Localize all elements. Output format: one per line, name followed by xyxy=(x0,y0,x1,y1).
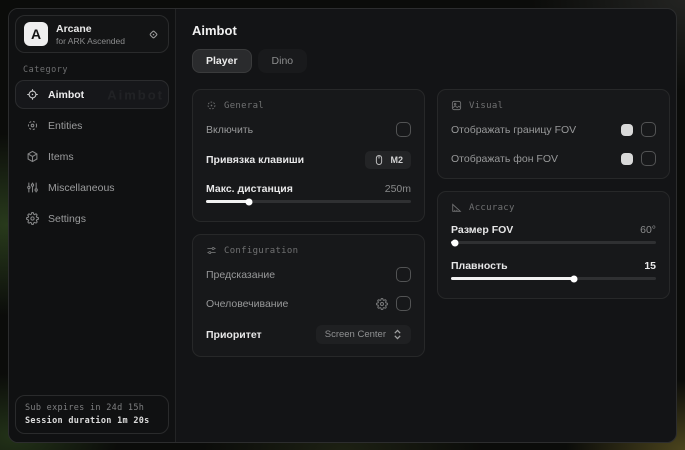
card-header-label: General xyxy=(224,101,264,111)
tab-bar: Player Dino xyxy=(192,49,670,73)
mouse-icon xyxy=(373,154,385,166)
logo-card: A Arcane for ARK Ascended xyxy=(15,15,169,53)
priority-label: Приоритет xyxy=(206,329,262,341)
card-header-label: Visual xyxy=(469,101,503,111)
keybind-button[interactable]: M2 xyxy=(365,151,411,169)
package-icon xyxy=(26,150,39,163)
app-title: Arcane xyxy=(56,23,125,35)
app-window: A Arcane for ARK Ascended Category xyxy=(8,8,677,443)
fov-bg-label: Отображать фон FOV xyxy=(451,153,558,165)
enable-label: Включить xyxy=(206,124,253,136)
enable-checkbox[interactable] xyxy=(396,122,411,137)
sidebar-item-label: Settings xyxy=(48,213,86,225)
session-info-card: Sub expires in 24d 15h Session duration … xyxy=(15,395,169,434)
slider-thumb[interactable] xyxy=(571,275,578,282)
radar-icon xyxy=(26,119,39,132)
tune-icon xyxy=(206,245,217,256)
smoothness-slider[interactable] xyxy=(451,277,656,280)
target-dot-icon xyxy=(206,100,217,111)
max-distance-value: 250m xyxy=(385,183,411,195)
priority-select[interactable]: Screen Center xyxy=(316,325,411,344)
prediction-checkbox[interactable] xyxy=(396,267,411,282)
smoothness-value: 15 xyxy=(644,260,656,272)
aimbot-ghost-watermark: Aimbot xyxy=(107,87,164,102)
accuracy-card: Accuracy Размер FOV 60° Плавность 15 xyxy=(437,191,670,299)
fov-bg-checkbox[interactable] xyxy=(641,151,656,166)
sidebar-item-label: Items xyxy=(48,151,74,163)
fov-size-label: Размер FOV xyxy=(451,224,513,236)
sidebar-item-label: Aimbot xyxy=(48,89,84,101)
sliders-icon xyxy=(26,181,39,194)
slider-thumb[interactable] xyxy=(246,198,253,205)
configuration-card: Configuration Предсказание Очеловечивани… xyxy=(192,234,425,357)
humanize-checkbox[interactable] xyxy=(396,296,411,311)
card-header-label: Accuracy xyxy=(469,203,515,213)
sidebar-item-items[interactable]: Items xyxy=(15,142,169,171)
smoothness-label: Плавность xyxy=(451,260,508,272)
tab-dino[interactable]: Dino xyxy=(258,49,308,73)
fov-size-value: 60° xyxy=(640,224,656,236)
sidebar-item-label: Miscellaneous xyxy=(48,182,115,194)
sidebar: A Arcane for ARK Ascended Category xyxy=(9,9,176,442)
card-header-label: Configuration xyxy=(224,246,298,256)
humanize-settings-gear-icon[interactable] xyxy=(376,298,388,310)
sidebar-item-miscellaneous[interactable]: Miscellaneous xyxy=(15,173,169,202)
session-duration-text: Session duration 1m 20s xyxy=(25,416,159,426)
fov-border-checkbox[interactable] xyxy=(641,122,656,137)
main-panel: Aimbot Player Dino General xyxy=(176,9,677,442)
image-icon xyxy=(451,100,462,111)
slider-thumb[interactable] xyxy=(452,239,459,246)
humanize-label: Очеловечивание xyxy=(206,298,288,310)
triangle-ruler-icon xyxy=(451,202,462,213)
page-title: Aimbot xyxy=(192,23,670,38)
fov-bg-color-swatch[interactable] xyxy=(621,153,633,165)
tab-player[interactable]: Player xyxy=(192,49,252,73)
app-logo: A xyxy=(24,22,48,46)
category-label: Category xyxy=(23,65,161,75)
fov-border-label: Отображать границу FOV xyxy=(451,124,576,136)
general-card: General Включить Привязка клавиши xyxy=(192,89,425,222)
sidebar-item-entities[interactable]: Entities xyxy=(15,111,169,140)
fov-border-color-swatch[interactable] xyxy=(621,124,633,136)
max-distance-slider[interactable] xyxy=(206,200,411,203)
keybind-label: Привязка клавиши xyxy=(206,154,304,166)
sub-expires-text: Sub expires in 24d 15h xyxy=(25,403,159,413)
prediction-label: Предсказание xyxy=(206,269,275,281)
max-distance-label: Макс. дистанция xyxy=(206,183,293,195)
gear-icon xyxy=(26,212,39,225)
visual-card: Visual Отображать границу FOV Отображать… xyxy=(437,89,670,179)
sidebar-item-label: Entities xyxy=(48,120,82,132)
priority-value: Screen Center xyxy=(325,329,386,340)
diamond-target-icon[interactable] xyxy=(147,28,160,41)
sidebar-item-aimbot[interactable]: Aimbot Aimbot xyxy=(15,80,169,109)
keybind-value: M2 xyxy=(390,155,403,165)
app-subtitle: for ARK Ascended xyxy=(56,36,125,46)
chevron-up-down-icon xyxy=(393,329,402,340)
fov-size-slider[interactable] xyxy=(451,241,656,244)
sidebar-item-settings[interactable]: Settings xyxy=(15,204,169,233)
crosshair-icon xyxy=(26,88,39,101)
sidebar-nav: Aimbot Aimbot Entities xyxy=(15,80,169,233)
